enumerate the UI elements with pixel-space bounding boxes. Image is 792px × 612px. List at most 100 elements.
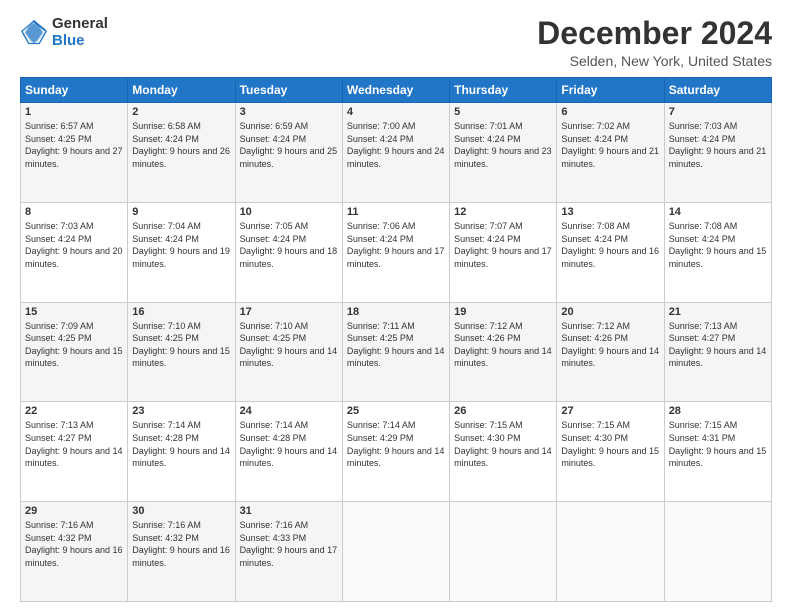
- calendar-day-cell: 25 Sunrise: 7:14 AMSunset: 4:29 PMDaylig…: [342, 402, 449, 502]
- day-info: Sunrise: 7:14 AMSunset: 4:28 PMDaylight:…: [132, 420, 230, 468]
- day-number: 29: [25, 505, 123, 517]
- day-number: 24: [240, 405, 338, 417]
- calendar-day-cell: 27 Sunrise: 7:15 AMSunset: 4:30 PMDaylig…: [557, 402, 664, 502]
- day-number: 26: [454, 405, 552, 417]
- calendar-day-cell: 2 Sunrise: 6:58 AMSunset: 4:24 PMDayligh…: [128, 103, 235, 203]
- day-info: Sunrise: 7:14 AMSunset: 4:28 PMDaylight:…: [240, 420, 338, 468]
- month-title: December 2024: [537, 16, 772, 51]
- day-info: Sunrise: 7:00 AMSunset: 4:24 PMDaylight:…: [347, 121, 445, 169]
- calendar-day-cell: 18 Sunrise: 7:11 AMSunset: 4:25 PMDaylig…: [342, 302, 449, 402]
- calendar-day-cell: 4 Sunrise: 7:00 AMSunset: 4:24 PMDayligh…: [342, 103, 449, 203]
- day-number: 17: [240, 306, 338, 318]
- day-number: 6: [561, 106, 659, 118]
- calendar-day-cell: 23 Sunrise: 7:14 AMSunset: 4:28 PMDaylig…: [128, 402, 235, 502]
- calendar-header-row: SundayMondayTuesdayWednesdayThursdayFrid…: [21, 78, 772, 103]
- calendar-day-cell: 30 Sunrise: 7:16 AMSunset: 4:32 PMDaylig…: [128, 502, 235, 602]
- day-info: Sunrise: 7:01 AMSunset: 4:24 PMDaylight:…: [454, 121, 552, 169]
- day-number: 2: [132, 106, 230, 118]
- day-info: Sunrise: 6:57 AMSunset: 4:25 PMDaylight:…: [25, 121, 123, 169]
- calendar-day-header: Sunday: [21, 78, 128, 103]
- calendar-day-header: Friday: [557, 78, 664, 103]
- calendar-day-cell: [557, 502, 664, 602]
- calendar-day-cell: 14 Sunrise: 7:08 AMSunset: 4:24 PMDaylig…: [664, 202, 771, 302]
- calendar-day-header: Saturday: [664, 78, 771, 103]
- day-number: 20: [561, 306, 659, 318]
- calendar-day-header: Thursday: [450, 78, 557, 103]
- calendar-week-row: 1 Sunrise: 6:57 AMSunset: 4:25 PMDayligh…: [21, 103, 772, 203]
- calendar-day-cell: 24 Sunrise: 7:14 AMSunset: 4:28 PMDaylig…: [235, 402, 342, 502]
- day-info: Sunrise: 7:15 AMSunset: 4:30 PMDaylight:…: [454, 420, 552, 468]
- day-info: Sunrise: 7:08 AMSunset: 4:24 PMDaylight:…: [561, 221, 659, 269]
- calendar-day-cell: 1 Sunrise: 6:57 AMSunset: 4:25 PMDayligh…: [21, 103, 128, 203]
- day-info: Sunrise: 7:10 AMSunset: 4:25 PMDaylight:…: [240, 321, 338, 369]
- day-number: 3: [240, 106, 338, 118]
- calendar-day-cell: 31 Sunrise: 7:16 AMSunset: 4:33 PMDaylig…: [235, 502, 342, 602]
- day-number: 13: [561, 206, 659, 218]
- day-number: 11: [347, 206, 445, 218]
- day-number: 27: [561, 405, 659, 417]
- calendar-week-row: 29 Sunrise: 7:16 AMSunset: 4:32 PMDaylig…: [21, 502, 772, 602]
- day-info: Sunrise: 7:08 AMSunset: 4:24 PMDaylight:…: [669, 221, 767, 269]
- calendar-day-cell: 26 Sunrise: 7:15 AMSunset: 4:30 PMDaylig…: [450, 402, 557, 502]
- logo-general-text: General: [52, 16, 108, 33]
- day-info: Sunrise: 7:11 AMSunset: 4:25 PMDaylight:…: [347, 321, 445, 369]
- calendar-day-cell: 11 Sunrise: 7:06 AMSunset: 4:24 PMDaylig…: [342, 202, 449, 302]
- calendar-day-cell: 22 Sunrise: 7:13 AMSunset: 4:27 PMDaylig…: [21, 402, 128, 502]
- day-number: 25: [347, 405, 445, 417]
- day-info: Sunrise: 7:16 AMSunset: 4:33 PMDaylight:…: [240, 520, 338, 568]
- day-number: 21: [669, 306, 767, 318]
- calendar-day-cell: [664, 502, 771, 602]
- calendar-week-row: 8 Sunrise: 7:03 AMSunset: 4:24 PMDayligh…: [21, 202, 772, 302]
- calendar-day-cell: 12 Sunrise: 7:07 AMSunset: 4:24 PMDaylig…: [450, 202, 557, 302]
- day-info: Sunrise: 7:03 AMSunset: 4:24 PMDaylight:…: [669, 121, 767, 169]
- calendar-day-cell: 21 Sunrise: 7:13 AMSunset: 4:27 PMDaylig…: [664, 302, 771, 402]
- calendar-day-cell: 10 Sunrise: 7:05 AMSunset: 4:24 PMDaylig…: [235, 202, 342, 302]
- calendar-day-cell: 13 Sunrise: 7:08 AMSunset: 4:24 PMDaylig…: [557, 202, 664, 302]
- calendar-day-header: Wednesday: [342, 78, 449, 103]
- calendar-day-cell: 29 Sunrise: 7:16 AMSunset: 4:32 PMDaylig…: [21, 502, 128, 602]
- calendar-table: SundayMondayTuesdayWednesdayThursdayFrid…: [20, 77, 772, 602]
- calendar-day-cell: 8 Sunrise: 7:03 AMSunset: 4:24 PMDayligh…: [21, 202, 128, 302]
- calendar-week-row: 22 Sunrise: 7:13 AMSunset: 4:27 PMDaylig…: [21, 402, 772, 502]
- calendar-day-cell: 20 Sunrise: 7:12 AMSunset: 4:26 PMDaylig…: [557, 302, 664, 402]
- day-number: 31: [240, 505, 338, 517]
- day-number: 12: [454, 206, 552, 218]
- day-number: 14: [669, 206, 767, 218]
- day-info: Sunrise: 6:58 AMSunset: 4:24 PMDaylight:…: [132, 121, 230, 169]
- day-number: 4: [347, 106, 445, 118]
- day-info: Sunrise: 7:12 AMSunset: 4:26 PMDaylight:…: [454, 321, 552, 369]
- day-number: 9: [132, 206, 230, 218]
- day-info: Sunrise: 7:16 AMSunset: 4:32 PMDaylight:…: [132, 520, 230, 568]
- day-info: Sunrise: 7:02 AMSunset: 4:24 PMDaylight:…: [561, 121, 659, 169]
- day-number: 1: [25, 106, 123, 118]
- day-number: 30: [132, 505, 230, 517]
- calendar-week-row: 15 Sunrise: 7:09 AMSunset: 4:25 PMDaylig…: [21, 302, 772, 402]
- calendar-day-cell: 16 Sunrise: 7:10 AMSunset: 4:25 PMDaylig…: [128, 302, 235, 402]
- calendar-day-cell: 7 Sunrise: 7:03 AMSunset: 4:24 PMDayligh…: [664, 103, 771, 203]
- calendar-day-cell: 15 Sunrise: 7:09 AMSunset: 4:25 PMDaylig…: [21, 302, 128, 402]
- calendar-day-header: Tuesday: [235, 78, 342, 103]
- header: General Blue December 2024 Selden, New Y…: [20, 16, 772, 69]
- page: General Blue December 2024 Selden, New Y…: [0, 0, 792, 612]
- calendar-day-cell: 5 Sunrise: 7:01 AMSunset: 4:24 PMDayligh…: [450, 103, 557, 203]
- day-number: 28: [669, 405, 767, 417]
- title-block: December 2024 Selden, New York, United S…: [537, 16, 772, 69]
- day-info: Sunrise: 7:15 AMSunset: 4:31 PMDaylight:…: [669, 420, 767, 468]
- calendar-day-cell: [342, 502, 449, 602]
- day-info: Sunrise: 7:09 AMSunset: 4:25 PMDaylight:…: [25, 321, 123, 369]
- day-number: 7: [669, 106, 767, 118]
- day-number: 22: [25, 405, 123, 417]
- calendar-day-cell: 6 Sunrise: 7:02 AMSunset: 4:24 PMDayligh…: [557, 103, 664, 203]
- calendar-day-header: Monday: [128, 78, 235, 103]
- day-info: Sunrise: 7:14 AMSunset: 4:29 PMDaylight:…: [347, 420, 445, 468]
- logo: General Blue: [20, 16, 108, 49]
- day-number: 18: [347, 306, 445, 318]
- day-number: 16: [132, 306, 230, 318]
- calendar-day-cell: 19 Sunrise: 7:12 AMSunset: 4:26 PMDaylig…: [450, 302, 557, 402]
- day-info: Sunrise: 7:07 AMSunset: 4:24 PMDaylight:…: [454, 221, 552, 269]
- logo-icon: [20, 19, 48, 47]
- day-info: Sunrise: 7:04 AMSunset: 4:24 PMDaylight:…: [132, 221, 230, 269]
- logo-blue-text: Blue: [52, 33, 108, 50]
- day-info: Sunrise: 7:06 AMSunset: 4:24 PMDaylight:…: [347, 221, 445, 269]
- day-info: Sunrise: 6:59 AMSunset: 4:24 PMDaylight:…: [240, 121, 338, 169]
